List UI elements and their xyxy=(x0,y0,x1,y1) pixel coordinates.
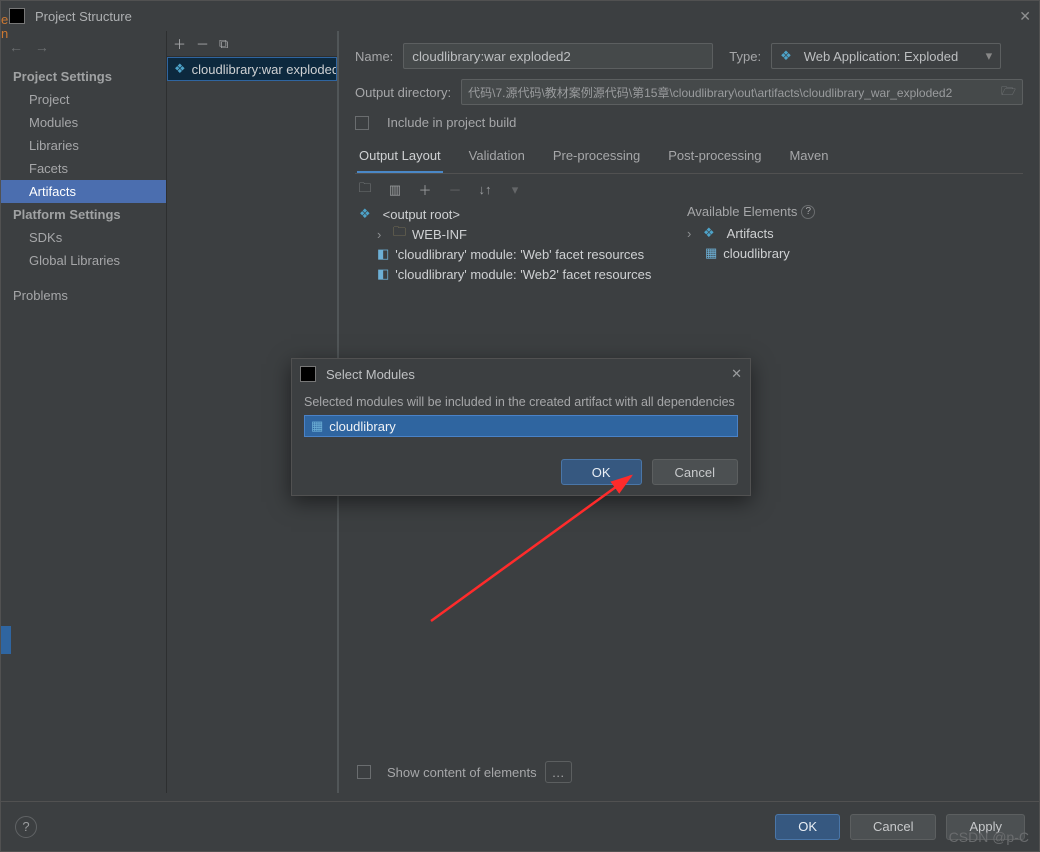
add-copy-icon[interactable]: ＋ xyxy=(415,180,435,199)
name-input[interactable] xyxy=(403,43,713,69)
sidebar: ← → Project Settings Project Modules Lib… xyxy=(1,31,167,793)
copy-icon[interactable]: ⧉ xyxy=(219,36,228,52)
expand-arrow-icon[interactable]: › xyxy=(377,227,387,242)
dialog-bottom-bar: ? OK Cancel Apply xyxy=(1,801,1039,851)
tab-preprocessing[interactable]: Pre-processing xyxy=(551,142,642,173)
help-button[interactable]: ? xyxy=(15,816,37,838)
module-list-item[interactable]: ▦ cloudlibrary xyxy=(304,415,738,437)
sidebar-item-problems[interactable]: Problems xyxy=(1,284,166,307)
editor-edge: e n xyxy=(1,13,8,41)
artifacts-node-label: Artifacts xyxy=(727,226,774,241)
type-value: Web Application: Exploded xyxy=(804,49,958,64)
sidebar-item-modules[interactable]: Modules xyxy=(1,111,166,134)
nav-back-icon[interactable]: ← xyxy=(9,39,23,55)
output-directory-value: 代码\7.源代码\教材案例源代码\第15章\cloudlibrary\out\a… xyxy=(468,84,952,101)
titlebar: Project Structure ✕ xyxy=(1,1,1039,31)
app-icon xyxy=(300,366,316,382)
type-dropdown[interactable]: ❖ Web Application: Exploded ▾ xyxy=(771,43,1001,69)
modal-description: Selected modules will be included in the… xyxy=(304,395,738,409)
artifact-list-item-label: cloudlibrary:war exploded xyxy=(192,62,337,77)
remove-icon[interactable]: － xyxy=(196,34,209,53)
platform-settings-header: Platform Settings xyxy=(1,203,166,226)
modal-title: Select Modules xyxy=(326,367,415,382)
facet1-label: 'cloudlibrary' module: 'Web' facet resou… xyxy=(395,247,644,262)
project-structure-window: e n Project Structure ✕ ← → Project Sett… xyxy=(0,0,1040,852)
sidebar-item-facets[interactable]: Facets xyxy=(1,157,166,180)
show-content-more-button[interactable]: … xyxy=(545,761,572,783)
modal-ok-button[interactable]: OK xyxy=(561,459,642,485)
artifact-list-toolbar: ＋ － ⧉ xyxy=(167,31,337,57)
new-folder-icon[interactable]: 🗀 xyxy=(355,179,375,201)
tab-output-layout[interactable]: Output Layout xyxy=(357,142,443,173)
artifact-list-item[interactable]: ❖ cloudlibrary:war exploded xyxy=(167,57,337,81)
sort-icon[interactable]: ↓↑ xyxy=(475,182,495,197)
tab-maven[interactable]: Maven xyxy=(787,142,830,173)
include-in-build-label: Include in project build xyxy=(387,115,516,130)
editor-selection-stub xyxy=(1,626,11,654)
sidebar-item-project[interactable]: Project xyxy=(1,88,166,111)
expand-arrow-icon[interactable]: › xyxy=(687,226,697,241)
web-app-icon: ❖ xyxy=(780,48,792,64)
module-item-label: cloudlibrary xyxy=(329,419,395,434)
sidebar-item-libraries[interactable]: Libraries xyxy=(1,134,166,157)
artifacts-node-icon: ❖ xyxy=(703,225,715,241)
name-label: Name: xyxy=(355,49,393,64)
cancel-button[interactable]: Cancel xyxy=(850,814,936,840)
browse-folder-icon[interactable]: 🗁 xyxy=(1001,82,1016,103)
facet-icon: ◧ xyxy=(377,246,389,262)
chevron-down-icon: ▾ xyxy=(986,48,993,64)
modal-titlebar: Select Modules ✕ xyxy=(292,359,750,389)
apply-button[interactable]: Apply xyxy=(946,814,1025,840)
modal-cancel-button[interactable]: Cancel xyxy=(652,459,738,485)
sidebar-item-artifacts[interactable]: Artifacts xyxy=(1,180,166,203)
show-content-label: Show content of elements xyxy=(387,765,537,780)
sidebar-item-global-libraries[interactable]: Global Libraries xyxy=(1,249,166,272)
include-in-build-checkbox[interactable] xyxy=(355,116,369,130)
artifact-tabs: Output Layout Validation Pre-processing … xyxy=(355,142,1023,174)
output-directory-field[interactable]: 代码\7.源代码\教材案例源代码\第15章\cloudlibrary\out\a… xyxy=(461,79,1023,105)
add-icon[interactable]: ＋ xyxy=(173,34,186,53)
remove-item-icon[interactable]: － xyxy=(445,180,465,199)
facet-icon: ◧ xyxy=(377,266,389,282)
module-node-label: cloudlibrary xyxy=(723,246,789,261)
app-icon xyxy=(9,8,25,24)
select-modules-dialog: Select Modules ✕ Selected modules will b… xyxy=(291,358,751,496)
facet2-label: 'cloudlibrary' module: 'Web2' facet reso… xyxy=(395,267,651,282)
window-title: Project Structure xyxy=(35,9,132,24)
expand-icon[interactable]: ▾ xyxy=(505,182,525,198)
nav-arrows: ← → xyxy=(1,35,166,65)
module-icon: ▦ xyxy=(705,245,717,261)
output-directory-label: Output directory: xyxy=(355,85,451,100)
module-icon: ▦ xyxy=(311,418,323,434)
tab-postprocessing[interactable]: Post-processing xyxy=(666,142,763,173)
sidebar-item-sdks[interactable]: SDKs xyxy=(1,226,166,249)
modal-close-icon[interactable]: ✕ xyxy=(731,366,742,382)
show-content-row: Show content of elements … xyxy=(355,755,1023,785)
nav-forward-icon[interactable]: → xyxy=(35,39,49,55)
type-label: Type: xyxy=(729,49,761,64)
new-archive-icon[interactable]: ▥ xyxy=(385,182,405,198)
ok-button[interactable]: OK xyxy=(775,814,840,840)
folder-icon: 🗀 xyxy=(393,223,406,245)
show-content-checkbox[interactable] xyxy=(357,765,371,779)
output-root-label: <output root> xyxy=(383,207,460,222)
output-layout-toolbar: 🗀 ▥ ＋ － ↓↑ ▾ xyxy=(355,174,1023,202)
output-root-icon: ❖ xyxy=(359,206,371,222)
tab-validation[interactable]: Validation xyxy=(467,142,527,173)
available-elements-label: Available Elements xyxy=(687,204,797,219)
window-close-icon[interactable]: ✕ xyxy=(1019,8,1031,25)
artifact-icon: ❖ xyxy=(174,61,186,77)
webinf-label: WEB-INF xyxy=(412,227,467,242)
help-small-icon[interactable]: ? xyxy=(801,205,815,219)
project-settings-header: Project Settings xyxy=(1,65,166,88)
